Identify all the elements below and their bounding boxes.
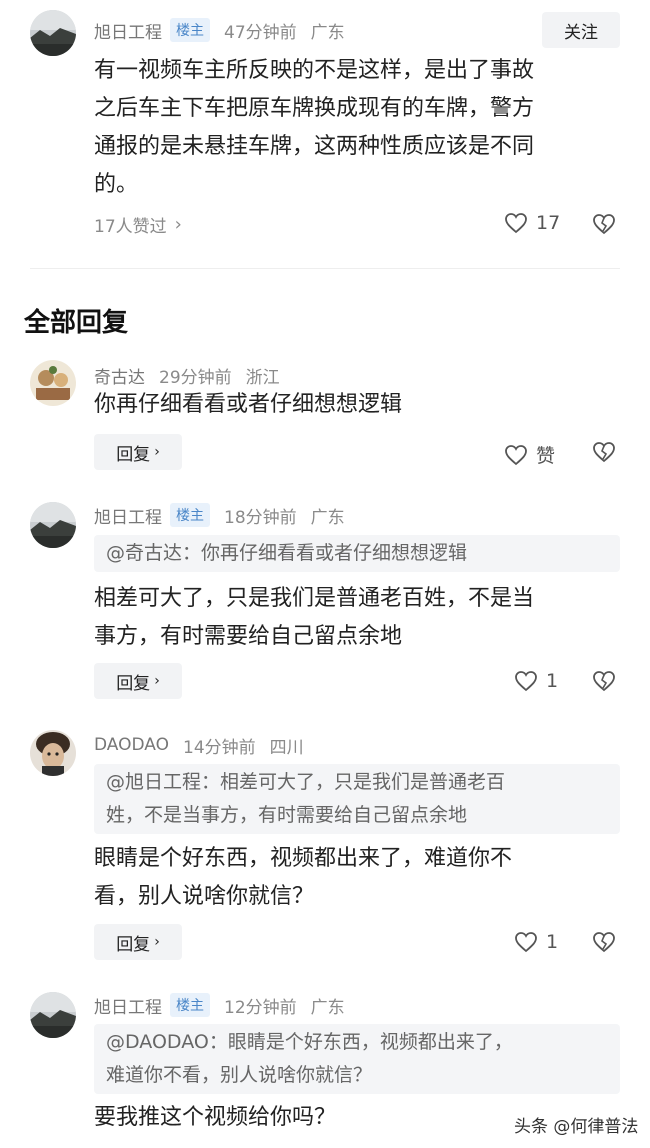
comment-line: 看，别人说啥你就信？: [94, 884, 315, 909]
comment-meta: 奇古达 29分钟前 浙江: [94, 361, 280, 389]
follow-button[interactable]: 关注: [542, 12, 620, 48]
username[interactable]: 旭日工程: [94, 993, 162, 1018]
quote-line: @奇古达：你再仔细看看或者仔细想想逻辑: [106, 542, 468, 564]
chevron-right-icon: ›: [154, 673, 160, 689]
dislike-button[interactable]: [592, 441, 616, 467]
comment-text: 有一视频车主所反映的不是这样，是出了事故 之后车主下车把原车牌换成现有的车牌，警…: [94, 52, 614, 204]
comment-line: 通报的是未悬挂车牌，这两种性质应该是不同: [94, 134, 535, 159]
avatar[interactable]: [30, 502, 76, 548]
location: 四川: [269, 737, 304, 758]
heart-outline-icon: [505, 444, 527, 465]
broken-heart-icon: [593, 671, 615, 692]
comment-line: 之后车主下车把原车牌换成现有的车牌，警方: [94, 96, 535, 121]
like-count: 17: [536, 212, 561, 234]
quote-line: 姓，不是当事方，有时需要给自己留点余地: [106, 804, 468, 826]
username[interactable]: 奇古达: [94, 363, 145, 388]
quoted-comment: @旭日工程：相差可大了，只是我们是普通老百 姓，不是当事方，有时需要给自己留点余…: [94, 764, 620, 834]
author-badge: 楼主: [170, 993, 210, 1017]
comment-text: 眼睛是个好东西，视频都出来了，难道你不 看，别人说啥你就信？: [94, 840, 614, 916]
timestamp: 47分钟前: [224, 22, 297, 43]
comment-line: 的。: [94, 172, 139, 197]
timestamp: 18分钟前: [224, 507, 297, 528]
quoted-comment: @DAODAO：眼睛是个好东西，视频都出来了， 难道你不看，别人说啥你就信？: [94, 1024, 620, 1094]
like-count: 1: [546, 670, 559, 692]
divider: [30, 268, 620, 269]
comment-line: 你再仔细看看或者仔细想想逻辑: [94, 392, 403, 417]
quote-line: @旭日工程：相差可大了，只是我们是普通老百: [106, 771, 506, 793]
reply-button[interactable]: 回复 ›: [94, 663, 182, 699]
username[interactable]: DAODAO: [94, 735, 169, 755]
avatar[interactable]: [30, 730, 76, 776]
dislike-button[interactable]: [592, 931, 616, 957]
timestamp: 29分钟前: [159, 367, 232, 388]
section-title: 全部回复: [24, 308, 129, 338]
likers-text: 17人赞过: [94, 217, 167, 237]
reply-button[interactable]: 回复 ›: [94, 924, 182, 960]
comment-line: 相差可大了，只是我们是普通老百姓，不是当: [94, 586, 535, 611]
reply-button[interactable]: 回复 ›: [94, 434, 182, 470]
comment-line: 眼睛是个好东西，视频都出来了，难道你不: [94, 846, 513, 871]
like-button[interactable]: 1: [514, 931, 558, 953]
quoted-comment: @奇古达：你再仔细看看或者仔细想想逻辑: [94, 535, 620, 572]
avatar[interactable]: [30, 992, 76, 1038]
comment-line: 事方，有时需要给自己留点余地: [94, 624, 403, 649]
location: 广东: [310, 22, 345, 43]
comment-meta: 旭日工程 楼主 12分钟前 广东: [94, 991, 345, 1019]
chevron-right-icon: ›: [154, 934, 160, 950]
comment-meta: 旭日工程 楼主 18分钟前 广东: [94, 501, 345, 529]
quote-line: 难道你不看，别人说啥你就信？: [106, 1064, 373, 1086]
dislike-button[interactable]: [592, 213, 616, 239]
heart-outline-icon: [515, 671, 537, 692]
quote-line: @DAODAO：眼睛是个好东西，视频都出来了，: [106, 1031, 513, 1053]
heart-outline-icon: [515, 932, 537, 953]
comment-text: 相差可大了，只是我们是普通老百姓，不是当 事方，有时需要给自己留点余地: [94, 580, 614, 656]
author-badge: 楼主: [170, 18, 210, 42]
username[interactable]: 旭日工程: [94, 503, 162, 528]
heart-outline-icon: [505, 213, 527, 234]
timestamp: 12分钟前: [224, 997, 297, 1018]
like-button[interactable]: 赞: [504, 441, 555, 468]
like-button[interactable]: 1: [514, 670, 558, 692]
watermark: 头条 @何律普法: [514, 1117, 639, 1137]
broken-heart-icon: [593, 442, 615, 463]
location: 浙江: [245, 367, 280, 388]
location: 广东: [310, 997, 345, 1018]
avatar[interactable]: [30, 10, 76, 56]
avatar[interactable]: [30, 360, 76, 406]
comment-meta: 旭日工程 楼主 47分钟前 广东: [94, 16, 345, 44]
broken-heart-icon: [593, 932, 615, 953]
username[interactable]: 旭日工程: [94, 18, 162, 43]
broken-heart-icon: [593, 214, 615, 235]
reply-label: 回复: [116, 934, 151, 955]
reply-label: 回复: [116, 444, 151, 465]
likers-link[interactable]: 17人赞过 ›: [94, 212, 182, 237]
like-count: 1: [546, 931, 559, 953]
author-badge: 楼主: [170, 503, 210, 527]
dislike-button[interactable]: [592, 670, 616, 696]
chevron-right-icon: ›: [174, 214, 182, 235]
comment-meta: DAODAO 14分钟前 四川: [94, 731, 304, 759]
comment-line: 有一视频车主所反映的不是这样，是出了事故: [94, 58, 535, 83]
timestamp: 14分钟前: [183, 737, 256, 758]
reply-label: 回复: [116, 673, 151, 694]
comment-text: 你再仔细看看或者仔细想想逻辑: [94, 386, 614, 424]
like-button[interactable]: 17: [504, 212, 560, 234]
location: 广东: [310, 507, 345, 528]
like-count: 赞: [536, 445, 556, 467]
chevron-right-icon: ›: [154, 444, 160, 460]
